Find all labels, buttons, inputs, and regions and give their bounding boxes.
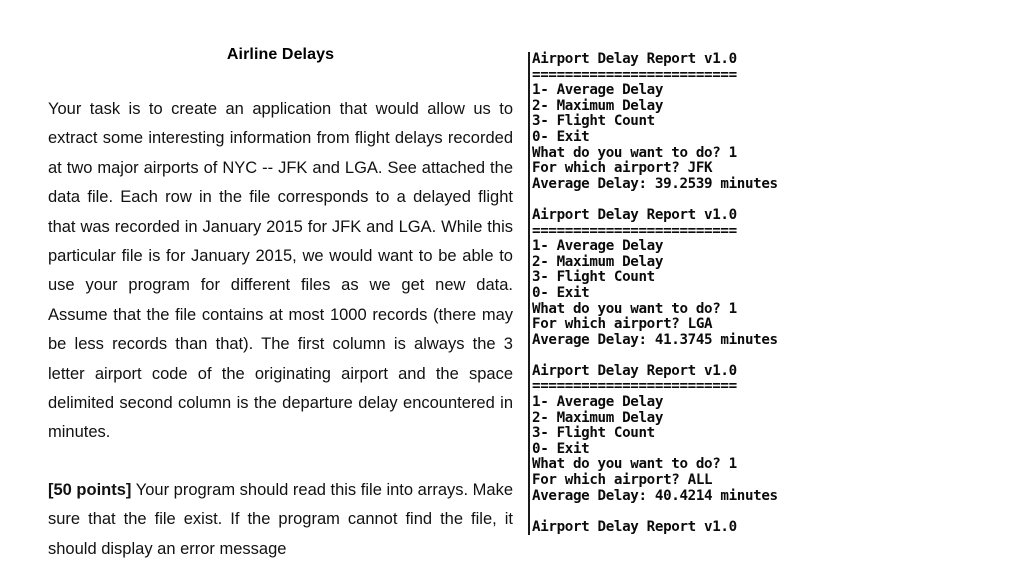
console-program-title: Airport Delay Report v1.0 [532, 362, 737, 379]
console-prompt-action: What do you want to do? 1 [532, 300, 737, 317]
console-program-title: Airport Delay Report v1.0 [532, 206, 737, 223]
console-pane: Airport Delay Report v1.0 ===============… [528, 0, 1024, 535]
console-prompt-action: What do you want to do? 1 [532, 456, 737, 473]
console-menu-item-1: 2- Maximum Delay [532, 97, 664, 114]
console-result-line: Average Delay: 40.4214 minutes [532, 487, 778, 504]
points-label: [50 points] [48, 480, 132, 499]
console-program-title-partial: Airport Delay Report v1.0 [532, 518, 737, 535]
console-menu-item-2: 3- Flight Count [532, 269, 655, 286]
console-menu-item-0: 1- Average Delay [532, 394, 664, 411]
console-program-title: Airport Delay Report v1.0 [532, 51, 737, 67]
console-menu-item-1: 2- Maximum Delay [532, 253, 664, 270]
console-prompt-airport: For which airport? LGA [532, 316, 713, 333]
console-menu-item-3: 0- Exit [532, 284, 590, 301]
console-menu-item-0: 1- Average Delay [532, 82, 664, 99]
console-menu-item-3: 0- Exit [532, 440, 590, 457]
document-pane: Airline Delays Your task is to create an… [0, 0, 528, 558]
document-paragraph-2: [50 points] Your program should read thi… [48, 448, 513, 564]
document-body: Airline Delays Your task is to create an… [48, 0, 513, 564]
console-output: Airport Delay Report v1.0 ===============… [532, 51, 778, 535]
console-separator: ========================= [532, 378, 737, 395]
console-menu-item-0: 1- Average Delay [532, 238, 664, 255]
console-separator: ========================= [532, 222, 737, 239]
console-session-block: Airport Delay Report v1.0 ===============… [532, 362, 778, 504]
console-menu-item-2: 3- Flight Count [532, 425, 655, 442]
console-menu-item-2: 3- Flight Count [532, 113, 655, 130]
console-menu-item-1: 2- Maximum Delay [532, 409, 664, 426]
console-prompt-airport: For which airport? ALL [532, 472, 713, 489]
console-session-block: Airport Delay Report v1.0 ===============… [532, 51, 778, 192]
console-result-line: Average Delay: 41.3745 minutes [532, 331, 778, 348]
console-separator: ========================= [532, 66, 737, 83]
page-title: Airline Delays [226, 46, 335, 63]
paragraph-1-text: Your task is to create an application th… [48, 100, 513, 442]
console-result-line: Average Delay: 39.2539 minutes [532, 175, 778, 192]
console-session-block: Airport Delay Report v1.0 ===============… [532, 206, 778, 348]
console-prompt-airport: For which airport? JFK [532, 160, 713, 177]
console-menu-item-3: 0- Exit [532, 128, 590, 145]
document-paragraph-1: Your task is to create an application th… [48, 65, 513, 448]
screenshot-root: Airline Delays Your task is to create an… [0, 0, 1024, 558]
console-prompt-action: What do you want to do? 1 [532, 144, 737, 161]
